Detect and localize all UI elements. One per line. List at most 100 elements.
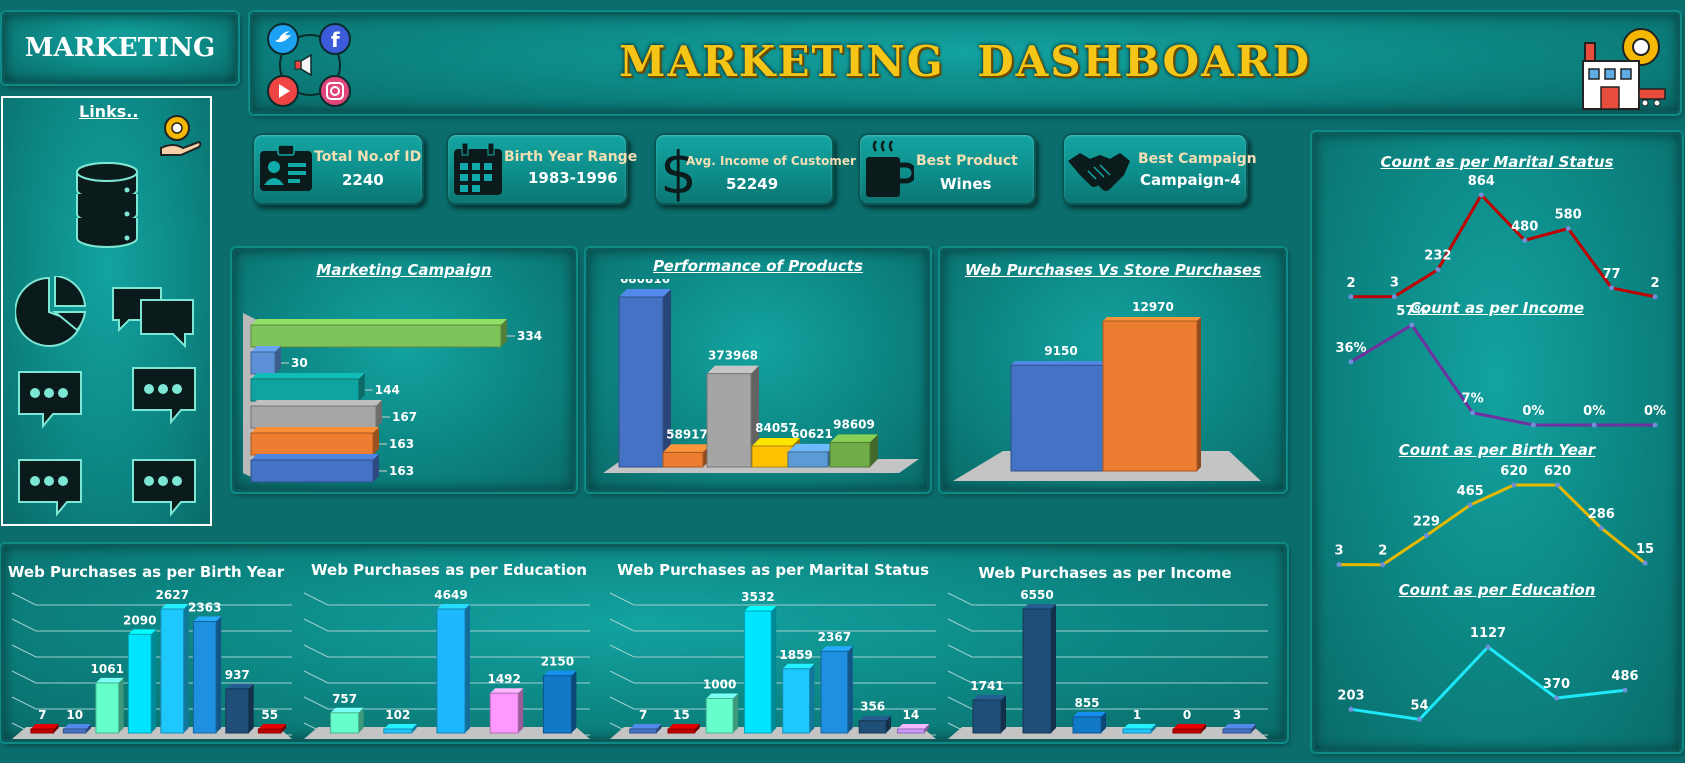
bar-top [859, 715, 892, 721]
chat-dots-icon[interactable] [17, 370, 83, 434]
kpi-avg-income: $ Avg. Income of Customer 52249 [654, 133, 856, 207]
gridline [947, 644, 1268, 658]
chat-dots-icon[interactable] [131, 366, 197, 430]
bar-top [1103, 317, 1201, 321]
data-label: 2 [1378, 544, 1387, 559]
bar [436, 608, 466, 734]
bar-top [629, 724, 662, 729]
data-label: 757 [332, 692, 357, 706]
chart-title: Web Purchases as per Marital Status [616, 561, 930, 579]
bar [383, 728, 413, 734]
links-panel: Links.. [1, 96, 212, 526]
data-label: 30 [291, 356, 308, 370]
bar [751, 445, 793, 468]
data-label: 3 [1334, 544, 1343, 559]
data-label: 54 [1410, 698, 1428, 713]
bar-top [788, 443, 836, 452]
bar-side [216, 616, 222, 733]
data-label: 167 [392, 410, 417, 424]
bar-side [571, 670, 577, 733]
bar-side [1001, 695, 1006, 733]
chart-title: Web Purchases as per Income [978, 564, 1232, 582]
data-label: 3 [1233, 708, 1241, 722]
bar-top [897, 724, 930, 729]
data-point [1522, 237, 1528, 243]
bar-top [330, 707, 364, 713]
bar-side [151, 629, 157, 733]
data-label: 2363 [188, 600, 221, 614]
data-point [1409, 322, 1415, 328]
bar [782, 668, 811, 734]
data-label: 203 [1337, 688, 1364, 703]
data-label: 2090 [123, 613, 156, 627]
data-label: 4649 [434, 588, 467, 602]
bar [662, 451, 704, 468]
chart-title: Marketing Campaign [316, 261, 492, 279]
data-label: 3532 [741, 590, 774, 604]
data-label: 58917 [666, 427, 708, 441]
data-point [1485, 644, 1491, 650]
data-label: 2 [1346, 276, 1355, 291]
bar-side [118, 677, 124, 733]
bar [542, 675, 572, 734]
bar [250, 405, 377, 429]
bar-top [490, 688, 524, 694]
bar-top [707, 365, 759, 374]
pie-chart-icon[interactable] [14, 274, 87, 352]
chat-bubbles-icon[interactable] [111, 284, 197, 352]
data-label: 102 [385, 708, 410, 722]
data-point [1591, 422, 1597, 428]
bar [618, 296, 664, 468]
data-label: 2367 [818, 630, 851, 644]
bar [250, 378, 360, 402]
chat-dots-icon[interactable] [131, 458, 197, 522]
series-line [1350, 322, 1655, 427]
chat-dots-icon[interactable] [17, 458, 83, 522]
data-label: 1061 [91, 662, 124, 676]
data-label: 229 [1413, 514, 1440, 529]
bar-top [820, 646, 853, 652]
data-point [1391, 294, 1397, 300]
data-label: 1127 [1470, 626, 1506, 641]
dollar-icon: $ [658, 139, 697, 207]
web-purchases-panel: Web Purchases as per Birth Year Web Purc… [1, 544, 1287, 742]
bar-top [543, 670, 577, 676]
data-label: 680816 [620, 279, 670, 286]
kpi-value: 52249 [726, 175, 779, 193]
kpi-value: Wines [940, 175, 992, 193]
bar [225, 688, 250, 734]
bar [706, 373, 752, 468]
data-point [1622, 687, 1628, 693]
gear-hand-icon[interactable] [155, 108, 205, 162]
bar [972, 699, 1002, 734]
chart-title: Performance of Products [653, 257, 863, 275]
chart-title: Web Purchases Vs Store Purchases [964, 261, 1262, 279]
data-point [1348, 359, 1354, 365]
data-label: 1741 [970, 679, 1003, 693]
bar [489, 692, 519, 734]
bar [250, 324, 502, 348]
data-label: 580 [1555, 208, 1582, 223]
database-icon[interactable] [75, 162, 139, 252]
links-title: Links.. [79, 102, 139, 121]
data-label: 0% [1583, 404, 1605, 419]
count-panel: Count as per Marital Status Count as per… [1312, 132, 1682, 752]
bar-top [744, 606, 777, 611]
bar [1222, 728, 1252, 734]
data-label: 3 [1390, 276, 1399, 291]
kpi-label: Birth Year Range [504, 149, 638, 165]
data-label: 0% [1644, 404, 1666, 419]
bar-top [830, 434, 878, 443]
data-point [1417, 716, 1422, 722]
data-label: 6550 [1020, 588, 1053, 602]
data-label: 2 [1650, 276, 1659, 291]
bar [1022, 608, 1052, 734]
kpi-best-product: Best Product Wines [858, 133, 1036, 205]
data-point [1554, 695, 1559, 701]
bar-side [248, 683, 254, 733]
data-label: 7 [639, 708, 647, 722]
kpi-label: Total No.of ID [314, 149, 422, 165]
data-point [1609, 285, 1615, 291]
bar-top [619, 289, 671, 297]
kpi-birth-year: Birth Year Range 1983-1996 [446, 133, 637, 205]
